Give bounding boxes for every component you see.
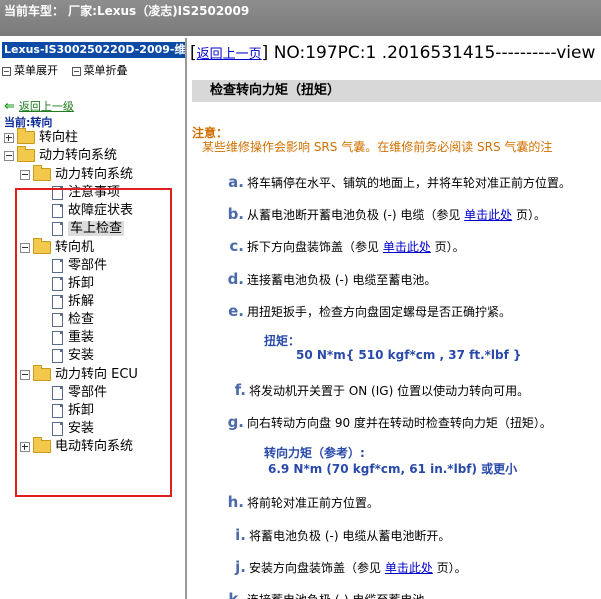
procedure-step: k.连接蓄电池负极 (-) 电缆至蓄电池。 bbox=[224, 590, 436, 599]
procedure-step: g. 向右转动方向盘 90 度并在转动时检查转向力矩（扭矩）。 bbox=[224, 413, 552, 431]
step-letter: j. bbox=[235, 558, 246, 576]
step-text: 连接蓄电池负极 (-) 电缆至蓄电池。 bbox=[247, 273, 437, 287]
torque-spec-value: 50 N*m{ 510 kgf*cm , 37 ft.*lbf } bbox=[296, 348, 522, 362]
expand-all-button[interactable]: 菜单展开 bbox=[2, 62, 58, 78]
procedure-step: j. 安装方向盘装饰盖（参见 单击此处 页）。 bbox=[226, 558, 467, 576]
document-title: Lexus-IS300250220D-2009-维修 bbox=[2, 42, 187, 58]
collapse-toggle-icon[interactable] bbox=[20, 169, 30, 180]
procedure-step: i. 将蓄电池负极 (-) 电缆从蓄电池断开。 bbox=[226, 526, 450, 544]
expand-icon bbox=[2, 66, 11, 76]
step-letter: d. bbox=[227, 270, 244, 288]
folder-icon bbox=[17, 128, 35, 144]
top-bar: 当前车型： 厂家:Lexus（凌志)IS2502009 bbox=[0, 0, 601, 36]
collapse-toggle-icon[interactable] bbox=[4, 150, 14, 161]
step-text: 将蓄电池负极 (-) 电缆从蓄电池断开。 bbox=[249, 529, 451, 543]
expand-toggle-icon[interactable] bbox=[4, 132, 14, 143]
step-text-suffix: 页）。 bbox=[512, 208, 546, 222]
back-arrow-icon: ⇐ bbox=[4, 99, 15, 114]
step-text: 将前轮对准正前方位置。 bbox=[247, 496, 380, 510]
tree-item-folder[interactable]: 转向柱 bbox=[4, 128, 79, 147]
step-text: 用扭矩扳手，检查方向盘固定螺母是否正确拧紧。 bbox=[247, 305, 512, 319]
procedure-step: e. 用扭矩扳手，检查方向盘固定螺母是否正确拧紧。 bbox=[224, 302, 511, 320]
section-title: 检查转向力矩（扭矩） bbox=[192, 80, 601, 102]
step-text: 将发动机开关置于 ON (IG) 位置以使动力转向可用。 bbox=[249, 384, 530, 398]
procedure-step: a. 将车辆停在水平、铺筑的地面上，并将车轮对准正前方位置。 bbox=[224, 173, 571, 191]
step-letter: g. bbox=[227, 413, 244, 431]
step-letter: e. bbox=[228, 302, 244, 320]
tree-item-folder[interactable]: 动力转向系统 bbox=[20, 165, 134, 184]
step-letter: k. bbox=[228, 590, 244, 599]
highlight-box bbox=[15, 188, 172, 497]
note-text: 某些维修操作会影响 SRS 气囊。在维修前务必阅读 SRS 气囊的注 bbox=[202, 140, 553, 154]
tree-item-folder[interactable]: 动力转向系统 bbox=[4, 146, 118, 165]
click-here-link[interactable]: 单击此处 bbox=[383, 240, 431, 254]
step-letter: h. bbox=[227, 493, 244, 511]
step-letter: c. bbox=[229, 237, 244, 255]
procedure-step: d. 连接蓄电池负极 (-) 电缆至蓄电池。 bbox=[224, 270, 437, 288]
step-text: 从蓄电池断开蓄电池负极 (-) 电缆（参见 bbox=[247, 208, 465, 222]
step-letter: b. bbox=[227, 205, 244, 223]
collapse-icon bbox=[71, 66, 81, 76]
collapse-all-button[interactable]: 菜单折叠 bbox=[71, 62, 128, 78]
step-text-suffix: 页）。 bbox=[430, 240, 465, 254]
procedure-step: c. 拆下方向盘装饰盖（参见 单击此处 页）。 bbox=[224, 237, 465, 255]
document-number: NO:197PC:1 .2016531415----------view bbox=[273, 43, 596, 63]
procedure-step: h. 将前轮对准正前方位置。 bbox=[224, 493, 379, 511]
steering-effort-value: 6.9 N*m (70 kgf*cm, 61 in.*lbf) 或更小 bbox=[268, 462, 518, 476]
step-text: 连接蓄电池负极 (-) 电缆至蓄电池。 bbox=[247, 593, 436, 599]
step-text: 将车辆停在水平、铺筑的地面上，并将车轮对准正前方位置。 bbox=[247, 176, 572, 190]
step-text-suffix: 页）。 bbox=[432, 561, 467, 575]
folder-icon bbox=[17, 146, 35, 162]
back-up-level[interactable]: ⇐ 返回上一级 bbox=[4, 98, 74, 114]
content-pane: [返回上一页] NO:197PC:1 .2016531415----------… bbox=[190, 38, 601, 599]
procedure-step: f. 将发动机开关置于 ON (IG) 位置以使动力转向可用。 bbox=[226, 381, 529, 399]
back-page-link[interactable]: 返回上一页 bbox=[197, 47, 262, 62]
folder-icon bbox=[33, 165, 51, 181]
tree-toolbar: 菜单展开 菜单折叠 bbox=[2, 62, 138, 78]
tree-item-label: 动力转向系统 bbox=[55, 167, 134, 182]
click-here-link[interactable]: 单击此处 bbox=[464, 208, 512, 222]
procedure-step: b. 从蓄电池断开蓄电池负极 (-) 电缆（参见 单击此处 页）。 bbox=[224, 205, 546, 223]
step-text: 拆下方向盘装饰盖（参见 bbox=[247, 240, 383, 254]
step-text: 向右转动方向盘 90 度并在转动时检查转向力矩（扭矩）。 bbox=[247, 416, 552, 430]
step-letter: a. bbox=[228, 173, 244, 191]
current-location: 当前:转向 bbox=[4, 116, 53, 129]
steering-effort-heading: 转向力矩（参考）: bbox=[264, 446, 365, 460]
torque-spec-heading: 扭矩： bbox=[264, 334, 301, 348]
tree-item-label: 转向柱 bbox=[39, 130, 79, 145]
navigation-pane: Lexus-IS300250220D-2009-维修 菜单展开 菜单折叠 ⇐ 返回… bbox=[0, 38, 187, 599]
step-text: 安装方向盘装饰盖（参见 bbox=[249, 561, 385, 575]
content-header: [返回上一页] NO:197PC:1 .2016531415----------… bbox=[190, 43, 596, 63]
tree-item-label: 动力转向系统 bbox=[39, 148, 118, 163]
click-here-link[interactable]: 单击此处 bbox=[385, 561, 433, 575]
vehicle-title: 当前车型： 厂家:Lexus（凌志)IS2502009 bbox=[4, 4, 250, 18]
step-letter: i. bbox=[235, 526, 246, 544]
step-letter: f. bbox=[234, 381, 246, 399]
